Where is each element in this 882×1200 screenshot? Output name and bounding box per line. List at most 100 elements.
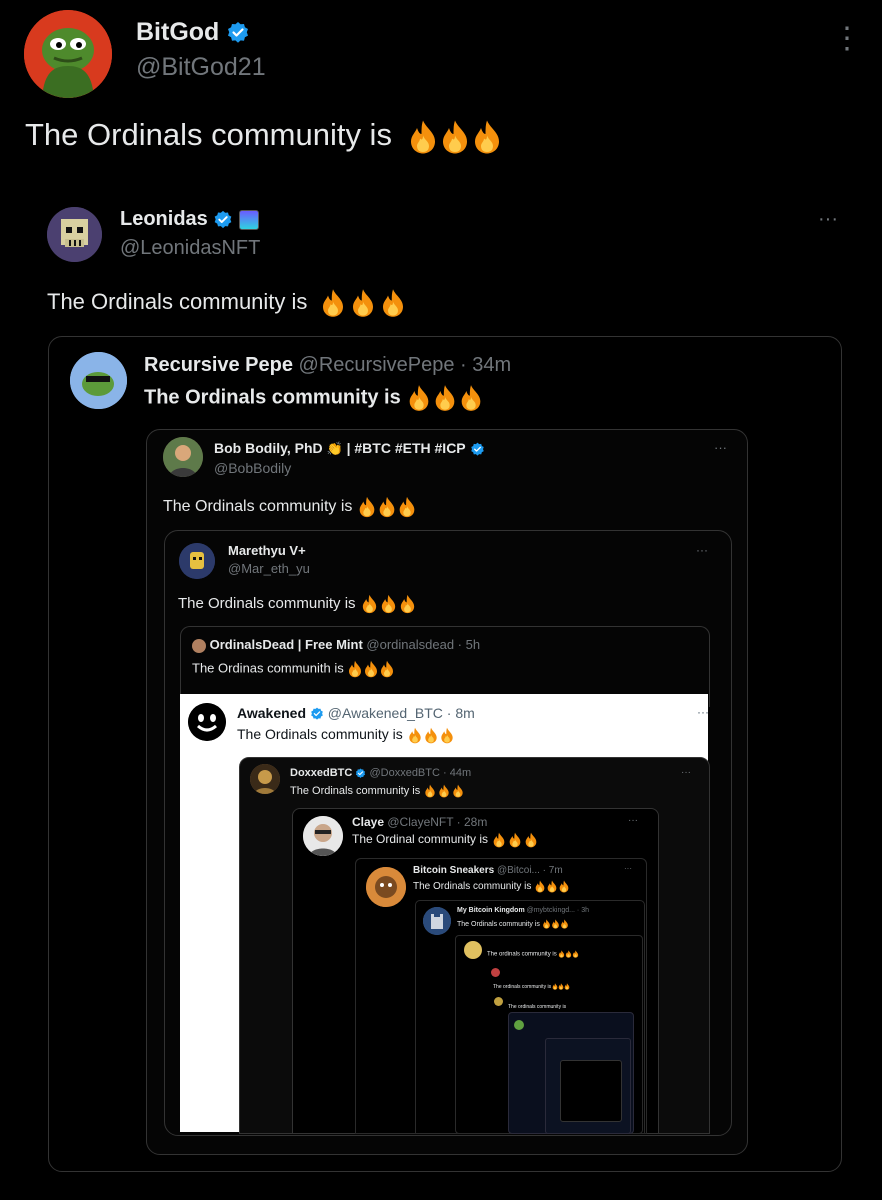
avatar: [250, 764, 280, 794]
fire-icon: [379, 660, 395, 678]
author-handle[interactable]: @RecursivePepe · 34m: [299, 354, 512, 376]
author-name: Claye: [352, 815, 385, 829]
tweet-text: The Ordinals community is: [178, 594, 356, 612]
affiliate-badge-icon: [238, 209, 259, 230]
fire-icon: [471, 119, 503, 155]
verified-badge-icon: [213, 210, 233, 230]
verified-badge-icon: [310, 707, 324, 721]
avatar: [514, 1020, 524, 1030]
verified-badge-icon: [355, 768, 366, 779]
author-handle: @Awakened_BTC · 8m: [327, 705, 475, 721]
fire-icon: [572, 950, 579, 958]
person-avatar-icon: [163, 437, 203, 477]
more-icon[interactable]: ···: [818, 208, 838, 231]
fire-icon: [439, 119, 471, 155]
fire-icon: [534, 880, 546, 893]
fire-icon: [423, 727, 439, 744]
tweet-text: The Ordinals community is: [413, 881, 532, 893]
author-name: OrdinalsDead | Free Mint: [209, 637, 363, 652]
avatar: [423, 907, 451, 935]
author-handle: @Mar_eth_yu: [228, 561, 310, 576]
author-name: Awakened: [237, 705, 306, 721]
fire-icon: [363, 660, 379, 678]
fire-icon: [423, 784, 437, 798]
pepe-avatar-icon: [24, 10, 112, 98]
author-name[interactable]: Recursive Pepe: [144, 354, 293, 376]
fire-icon: [439, 727, 455, 744]
fire-icon: [379, 594, 398, 614]
avatar: [494, 997, 503, 1006]
tweet-text: The Ordinals community is: [457, 920, 540, 928]
author-handle: @DoxxedBTC · 44m: [369, 767, 472, 779]
author-name: Bitcoin Sneakers: [413, 865, 495, 876]
author-name: Marethyu V+: [228, 543, 306, 558]
author-handle: @BobBodily: [214, 460, 292, 476]
author-handle: @ClayeNFT · 28m: [387, 815, 488, 829]
tweet-text: The ordinals community is: [508, 1004, 567, 1010]
skull-avatar-icon: [47, 207, 102, 262]
man-sunglasses-avatar-icon: [303, 816, 343, 856]
tweet-text: The Ordinals community is: [290, 784, 421, 797]
fire-icon: [564, 983, 570, 990]
author-name: Bob Bodily, PhD: [214, 440, 323, 456]
verified-badge-icon: [226, 21, 250, 45]
fire-icon: [378, 288, 408, 318]
avatar: [163, 437, 203, 477]
tweet-text: The ordinals community is: [487, 951, 557, 958]
fire-icon: [347, 660, 363, 678]
tweet-text: The ordinals community is: [493, 983, 552, 990]
tweet-text: The Ordinas communith is: [192, 660, 344, 676]
avatar[interactable]: [70, 352, 127, 409]
avatar: [366, 867, 406, 907]
fire-icon: [357, 496, 377, 518]
more-icon: ···: [628, 815, 638, 826]
character-avatar-icon: [179, 543, 215, 579]
clap-icon: 👏: [326, 441, 343, 456]
author-name: My Bitcoin Kingdom: [457, 907, 525, 914]
fire-icon: [551, 919, 560, 929]
tweet-text: The Ordinals community is: [163, 498, 353, 516]
fire-icon: [398, 594, 417, 614]
fire-icon: [560, 919, 569, 929]
avatar[interactable]: [24, 10, 112, 98]
quoted-tweet-nested-4: [560, 1060, 622, 1122]
avatar[interactable]: [47, 207, 102, 262]
fire-icon: [546, 880, 558, 893]
more-icon: ···: [696, 543, 708, 557]
more-icon[interactable]: ⋮: [832, 24, 862, 54]
tweet-text: The Ordinals community is: [144, 386, 401, 409]
fire-icon: [507, 832, 523, 848]
fire-icon: [523, 832, 539, 848]
fire-icon: [397, 496, 417, 518]
fire-icon: [565, 950, 572, 958]
fire-icon: [558, 950, 565, 958]
fire-icon: [437, 784, 451, 798]
more-icon: ···: [681, 767, 691, 778]
avatar: [491, 968, 500, 977]
gold-figure-avatar-icon: [250, 764, 280, 794]
verified-badge-icon: [470, 442, 485, 457]
fire-icon: [451, 784, 465, 798]
fire-icon: [458, 384, 484, 412]
ape-avatar-icon: [366, 867, 406, 907]
author-name[interactable]: BitGod: [136, 18, 219, 46]
fire-icon: [360, 594, 379, 614]
avatar: [188, 703, 226, 741]
avatar: [179, 543, 215, 579]
tweet-text: The Ordinals community is: [25, 117, 392, 152]
author-name-suffix: | #BTC #ETH #ICP: [346, 440, 466, 456]
author-handle[interactable]: @BitGod21: [136, 53, 266, 82]
castle-avatar-icon: [423, 907, 451, 935]
fire-icon: [432, 384, 458, 412]
fire-icon: [348, 288, 378, 318]
more-icon: ···: [624, 864, 632, 873]
author-handle: @ordinalsdead · 5h: [366, 637, 481, 652]
author-handle[interactable]: @LeonidasNFT: [120, 237, 260, 260]
tweet-text: The Ordinals community is: [237, 726, 403, 742]
author-name: DoxxedBTC: [290, 767, 353, 779]
ordinalsdead-avatar-icon: [192, 638, 206, 653]
author-name[interactable]: Leonidas: [120, 208, 208, 230]
fire-icon: [406, 384, 432, 412]
more-icon: ···: [714, 440, 727, 455]
avatar: [303, 816, 343, 856]
